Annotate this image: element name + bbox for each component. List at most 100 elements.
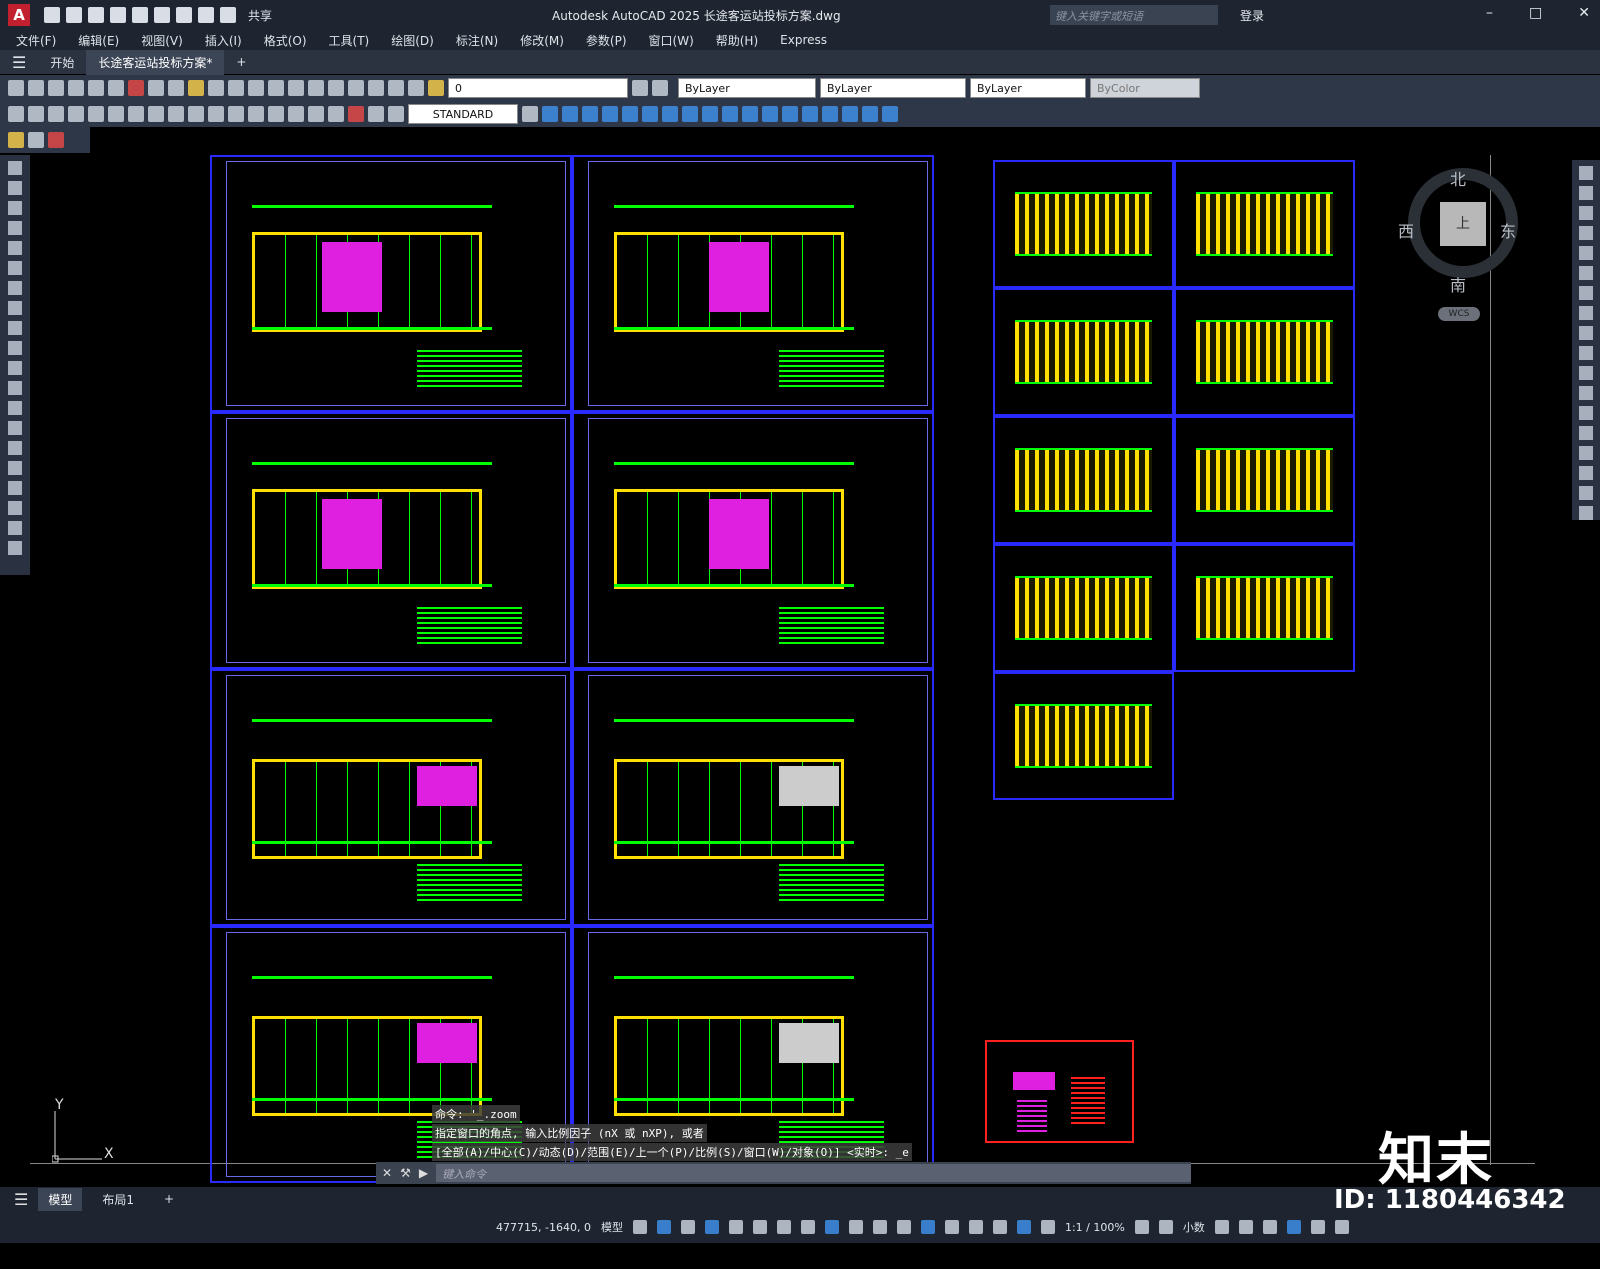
redo-icon[interactable] <box>228 80 244 96</box>
viewcube-west[interactable]: 西 <box>1398 218 1414 242</box>
wcs-menu[interactable]: WCS <box>1438 307 1480 321</box>
blend-curves-icon[interactable] <box>1579 486 1593 500</box>
chamfer-icon[interactable] <box>1579 446 1593 460</box>
help-search-input[interactable]: 键入关键字或短语 <box>1050 5 1218 25</box>
viewcube-east[interactable]: 东 <box>1500 218 1516 242</box>
viewcube-north[interactable]: 北 <box>1450 166 1466 190</box>
offset-icon[interactable] <box>1579 226 1593 240</box>
paste-icon[interactable] <box>168 80 184 96</box>
tab-model[interactable]: 模型 <box>38 1187 83 1211</box>
arc-length-icon[interactable] <box>48 106 64 122</box>
dimstyle-select[interactable]: STANDARD <box>408 104 518 124</box>
open-icon[interactable] <box>66 7 82 23</box>
subtract-icon[interactable] <box>662 106 678 122</box>
plot-preview-icon[interactable] <box>88 80 104 96</box>
tolerance-icon[interactable] <box>268 106 284 122</box>
add-layout-button[interactable]: + <box>154 1189 184 1209</box>
publish-icon[interactable] <box>108 80 124 96</box>
inspect-icon[interactable] <box>308 106 324 122</box>
arc-icon[interactable] <box>8 261 22 275</box>
hatch-icon[interactable] <box>8 441 22 455</box>
array-icon[interactable] <box>1579 246 1593 260</box>
break-at-point-icon[interactable] <box>1579 386 1593 400</box>
add-selected-icon[interactable] <box>8 541 22 555</box>
cut-icon[interactable] <box>128 80 144 96</box>
baseline-icon[interactable] <box>188 106 204 122</box>
customize-icon[interactable]: ⚒ <box>400 1166 411 1180</box>
save-icon[interactable] <box>48 80 64 96</box>
center-mark-icon[interactable] <box>288 106 304 122</box>
menu-item-7[interactable]: 标注(N) <box>456 32 498 49</box>
radius-icon[interactable] <box>88 106 104 122</box>
undo-icon[interactable] <box>208 80 224 96</box>
undo-icon[interactable] <box>198 7 214 23</box>
zoom-window-icon[interactable] <box>288 80 304 96</box>
continue-icon[interactable] <box>208 106 224 122</box>
object-snap-icon[interactable] <box>824 1220 839 1234</box>
drawing-canvas[interactable] <box>30 155 1565 1185</box>
menu-item-12[interactable]: Express <box>780 33 827 47</box>
polar-icon[interactable] <box>752 1220 767 1234</box>
plot-icon[interactable] <box>68 80 84 96</box>
gradient-icon[interactable] <box>8 461 22 475</box>
menu-item-5[interactable]: 工具(T) <box>329 32 370 49</box>
dim-update-icon[interactable] <box>388 106 404 122</box>
menu-item-2[interactable]: 视图(V) <box>141 32 183 49</box>
insert-block-icon[interactable] <box>8 381 22 395</box>
ordinate-icon[interactable] <box>68 106 84 122</box>
dynamic-ucs-icon[interactable] <box>944 1220 959 1234</box>
menu-item-0[interactable]: 文件(F) <box>16 32 56 49</box>
join-icon[interactable] <box>1579 426 1593 440</box>
layer-previous-icon[interactable] <box>652 80 668 96</box>
clean-screen-icon[interactable] <box>1310 1220 1325 1234</box>
explode-icon[interactable] <box>1579 506 1593 520</box>
transparency-icon[interactable] <box>872 1220 887 1234</box>
dim-break-icon[interactable] <box>248 106 264 122</box>
trim-icon[interactable] <box>1579 346 1593 360</box>
ellipse-icon[interactable] <box>8 341 22 355</box>
aligned-dimension-icon[interactable] <box>28 106 44 122</box>
pan-icon[interactable] <box>248 80 264 96</box>
block-editor-icon[interactable] <box>8 132 24 148</box>
coordinates-readout[interactable]: 477715, -1640, 0 <box>496 1221 591 1234</box>
lineweight-select[interactable]: ByLayer <box>970 78 1086 98</box>
menu-item-10[interactable]: 窗口(W) <box>649 32 694 49</box>
angular-icon[interactable] <box>148 106 164 122</box>
3d-align-icon[interactable] <box>782 106 798 122</box>
erase-icon[interactable] <box>1579 166 1593 180</box>
menu-item-9[interactable]: 参数(P) <box>586 32 627 49</box>
diameter-icon[interactable] <box>128 106 144 122</box>
grid-icon[interactable] <box>632 1220 647 1234</box>
union-icon[interactable] <box>642 106 658 122</box>
copy-icon[interactable] <box>1579 186 1593 200</box>
new-tab-button[interactable]: + <box>224 51 258 73</box>
save-as-icon[interactable] <box>110 7 126 23</box>
move-icon[interactable] <box>1579 266 1593 280</box>
make-block-icon[interactable] <box>8 401 22 415</box>
table-icon[interactable] <box>8 501 22 515</box>
ellipse-arc-icon[interactable] <box>8 361 22 375</box>
sphere-icon[interactable] <box>582 106 598 122</box>
isolate-objects-icon[interactable] <box>1262 1220 1277 1234</box>
new-icon[interactable] <box>44 7 60 23</box>
dim-style-icon[interactable] <box>522 106 538 122</box>
selection-cycling-icon[interactable] <box>896 1220 911 1234</box>
quick-dimension-icon[interactable] <box>168 106 184 122</box>
maximize-icon[interactable]: □ <box>1529 5 1542 21</box>
revolve-icon[interactable] <box>622 106 638 122</box>
extrude-icon[interactable] <box>602 106 618 122</box>
fillet-icon[interactable] <box>1579 466 1593 480</box>
match-properties-icon[interactable] <box>188 80 204 96</box>
point-icon[interactable] <box>8 421 22 435</box>
properties-icon[interactable] <box>308 80 324 96</box>
annotation-monitor-icon[interactable] <box>1158 1220 1173 1234</box>
scale-icon[interactable] <box>1579 306 1593 320</box>
isodraft-icon[interactable] <box>776 1220 791 1234</box>
3d-rotate-icon[interactable] <box>762 106 778 122</box>
hamburger-icon[interactable]: ☰ <box>0 49 38 76</box>
ortho-icon[interactable] <box>728 1220 743 1234</box>
revision-cloud-icon[interactable] <box>8 301 22 315</box>
chamfer-edge-icon[interactable] <box>862 106 878 122</box>
login-button[interactable]: 登录 <box>1240 7 1264 24</box>
3d-osnap-icon[interactable] <box>920 1220 935 1234</box>
